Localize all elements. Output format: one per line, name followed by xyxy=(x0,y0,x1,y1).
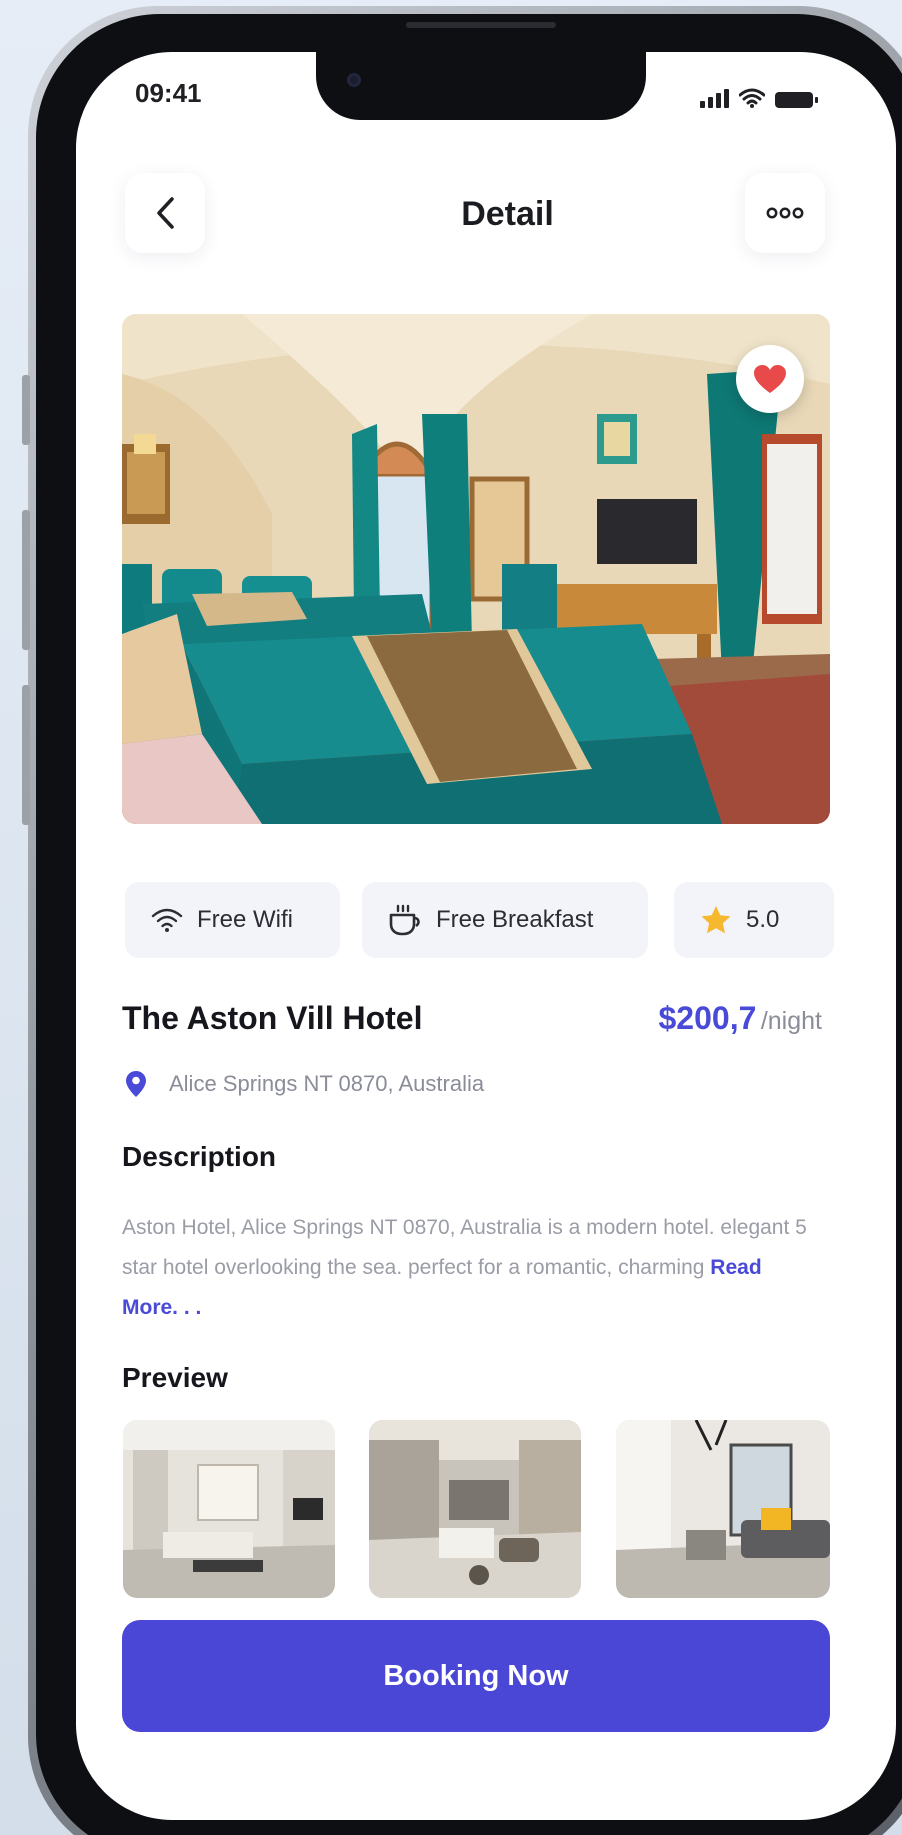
amenity-chip-rating: 5.0 xyxy=(674,882,834,958)
battery-icon xyxy=(775,92,818,108)
amenity-chip-breakfast: Free Breakfast xyxy=(362,882,648,958)
notch xyxy=(316,52,646,120)
location-text: Alice Springs NT 0870, Australia xyxy=(169,1071,485,1096)
side-button-volume-down xyxy=(22,685,30,825)
price: $200,7 /night xyxy=(659,1000,823,1037)
rating-value: 5.0 xyxy=(746,906,780,933)
preview-thumbnail[interactable] xyxy=(616,1420,830,1598)
map-pin-icon xyxy=(126,1071,146,1097)
preview-title: Preview xyxy=(122,1362,228,1393)
preview-image xyxy=(616,1420,830,1598)
description-body: Aston Hotel, Alice Springs NT 0870, Aust… xyxy=(122,1216,807,1279)
side-button-volume-up xyxy=(22,510,30,650)
booking-now-button[interactable]: Booking Now xyxy=(122,1620,830,1732)
signal-icon xyxy=(700,88,729,108)
hotel-room-illustration xyxy=(122,314,830,824)
hotel-name: The Aston Vill Hotel xyxy=(122,1000,423,1036)
preview-thumbnail[interactable] xyxy=(123,1420,335,1598)
more-dots-icon xyxy=(766,207,804,219)
more-button[interactable] xyxy=(745,173,825,253)
speaker-grille xyxy=(406,22,556,28)
preview-image xyxy=(369,1420,581,1598)
front-camera xyxy=(347,73,361,87)
price-amount: $200,7 xyxy=(658,1000,757,1036)
hotel-photo[interactable] xyxy=(122,314,830,824)
side-button-silent xyxy=(22,375,30,445)
status-icons xyxy=(700,86,818,108)
stage: 09:41 Detail Free Wifi Free Breakfast 5.… xyxy=(0,0,902,1835)
location: Alice Springs NT 0870, Australia xyxy=(125,1070,484,1098)
preview-image xyxy=(123,1420,335,1598)
heart-icon xyxy=(754,365,786,393)
price-unit: /night xyxy=(760,1007,822,1035)
wifi-icon xyxy=(739,88,765,108)
coffee-cup-icon xyxy=(389,904,420,936)
amenity-label: Free Wifi xyxy=(197,906,293,933)
amenity-label: Free Breakfast xyxy=(436,906,594,933)
status-time: 09:41 xyxy=(135,78,202,108)
description-title: Description xyxy=(122,1141,277,1172)
star-icon xyxy=(701,906,731,934)
wifi-icon xyxy=(151,908,183,932)
favorite-button[interactable] xyxy=(736,345,804,413)
amenity-chip-wifi: Free Wifi xyxy=(125,882,340,958)
description-text: Aston Hotel, Alice Springs NT 0870, Aust… xyxy=(122,1208,822,1328)
preview-thumbnail[interactable] xyxy=(369,1420,581,1598)
